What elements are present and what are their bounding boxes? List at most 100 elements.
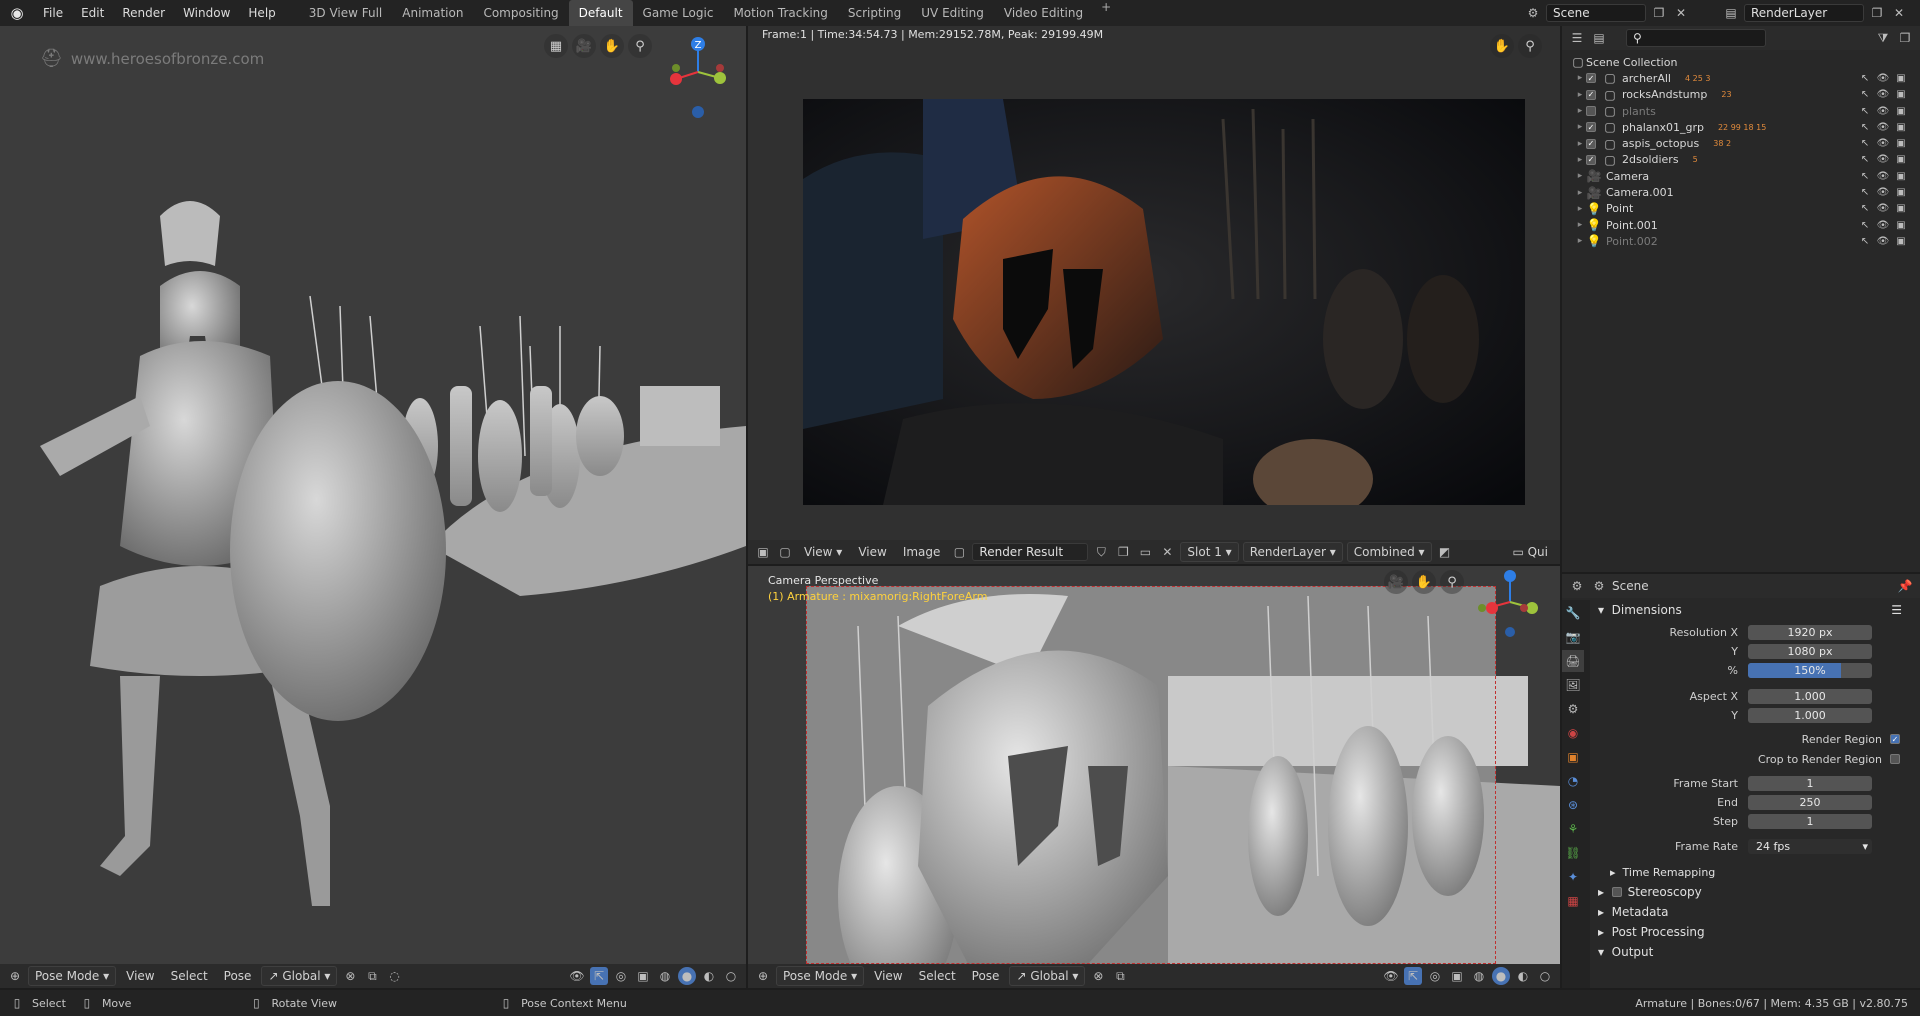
expand-icon[interactable]: ▸ (1574, 155, 1586, 165)
crop-region-checkbox[interactable] (1890, 754, 1900, 764)
select-toggle-icon[interactable]: ↖ (1858, 184, 1872, 202)
navigation-gizmo[interactable] (1474, 566, 1544, 646)
blender-logo-icon[interactable]: ◉ (0, 4, 34, 22)
editor-type-icon[interactable]: ⊕ (754, 967, 772, 985)
outliner-row[interactable]: ▸ 💡 Point ↖ 👁 ▣ (1570, 201, 1920, 217)
material-shading-icon[interactable]: ◐ (1514, 967, 1532, 985)
resolution-y-field[interactable]: 1080 px (1748, 643, 1872, 659)
tab-animation[interactable]: Animation (392, 0, 473, 26)
solid-shading-icon[interactable]: ● (678, 967, 696, 985)
image-browse-icon[interactable]: ▢ (950, 543, 968, 561)
tab-scripting[interactable]: Scripting (838, 0, 911, 26)
frame-start-field[interactable]: 1 (1748, 775, 1872, 791)
camera-render-icon[interactable]: ▣ (1894, 69, 1908, 87)
pivot-icon[interactable]: ⊗ (341, 967, 359, 985)
resolution-x-field[interactable]: 1920 px (1748, 624, 1872, 640)
gizmo-toggle-icon[interactable]: ⇱ (590, 967, 608, 985)
shield-icon[interactable]: ⛉ (1092, 543, 1110, 561)
eye-icon[interactable]: 👁 (1876, 135, 1890, 153)
eye-icon[interactable]: 👁 (1876, 200, 1890, 218)
filter-icon[interactable]: ⧩ (1874, 29, 1892, 47)
aspect-x-field[interactable]: 1.000 (1748, 688, 1872, 704)
outliner-row[interactable]: ▸ ✓ ▢ 2dsoldiers 5 ↖ 👁 ▣ (1570, 152, 1920, 168)
visibility-icon[interactable]: 👁 (1382, 967, 1400, 985)
camera-render-icon[interactable]: ▣ (1894, 232, 1908, 250)
expand-icon[interactable]: ▸ (1574, 90, 1586, 100)
tab-game-logic[interactable]: Game Logic (633, 0, 724, 26)
menu-file[interactable]: File (34, 0, 72, 26)
pan-hand-icon[interactable]: ✋ (1412, 570, 1436, 594)
render-region-checkbox[interactable]: ✓ (1890, 734, 1900, 744)
duplicate-icon[interactable]: ❐ (1114, 543, 1132, 561)
expand-icon[interactable]: ▸ (1574, 106, 1586, 116)
output-panel[interactable]: ▾ Output (1592, 942, 1920, 962)
include-checkbox[interactable]: ✓ (1586, 73, 1596, 84)
orientation-dropdown[interactable]: ↗ Global ▾ (261, 966, 338, 986)
aspect-y-field[interactable]: 1.000 (1748, 707, 1872, 723)
view-layer-tab-icon[interactable]: 🖼 (1562, 674, 1584, 696)
select-toggle-icon[interactable]: ↖ (1858, 118, 1872, 136)
world-tab-icon[interactable]: ◉ (1562, 722, 1584, 744)
select-toggle-icon[interactable]: ↖ (1858, 135, 1872, 153)
xray-icon[interactable]: ▣ (634, 967, 652, 985)
eye-icon[interactable]: 👁 (1876, 167, 1890, 185)
include-checkbox[interactable]: ✓ (1586, 154, 1596, 165)
display-mode-icon[interactable]: ▤ (1590, 29, 1608, 47)
output-tab-icon[interactable]: 🖨 (1562, 650, 1584, 672)
texture-tab-icon[interactable]: ▦ (1562, 890, 1584, 912)
expand-icon[interactable]: ▸ (1574, 122, 1586, 132)
slot-dropdown[interactable]: Slot 1 ▾ (1180, 542, 1239, 562)
image-name-field[interactable]: Render Result (972, 543, 1089, 561)
camera-render-icon[interactable]: ▣ (1894, 167, 1908, 185)
wireframe-shading-icon[interactable]: ◍ (656, 967, 674, 985)
tab-video-editing[interactable]: Video Editing (994, 0, 1093, 26)
select-toggle-icon[interactable]: ↖ (1858, 216, 1872, 234)
remove-layer-icon[interactable]: ✕ (1890, 4, 1908, 22)
tab-3d-view-full[interactable]: 3D View Full (299, 0, 393, 26)
expand-icon[interactable]: ▸ (1574, 204, 1586, 214)
frame-end-field[interactable]: 250 (1748, 794, 1872, 810)
outliner-row[interactable]: ▸ 💡 Point.002 ↖ 👁 ▣ (1570, 233, 1920, 249)
select-toggle-icon[interactable]: ↖ (1858, 69, 1872, 87)
zoom-icon[interactable]: ⚲ (1518, 34, 1542, 58)
camera-render-icon[interactable]: ▣ (1894, 118, 1908, 136)
camera-render-icon[interactable]: ▣ (1894, 184, 1908, 202)
metadata-panel[interactable]: ▸ Metadata (1592, 902, 1920, 922)
image-menu[interactable]: Image (897, 542, 947, 562)
stereoscopy-checkbox[interactable] (1611, 887, 1622, 897)
remove-scene-icon[interactable]: ✕ (1672, 4, 1690, 22)
presets-icon[interactable]: ☰ (1891, 603, 1902, 617)
physics-tab-icon[interactable]: ⚘ (1562, 818, 1584, 840)
menu-render[interactable]: Render (113, 0, 174, 26)
pass-dropdown[interactable]: Combined ▾ (1346, 542, 1432, 562)
expand-icon[interactable]: ▸ (1574, 139, 1586, 149)
view-dropdown[interactable]: View ▾ (798, 542, 848, 562)
eye-icon[interactable]: 👁 (1876, 216, 1890, 234)
camera-render-icon[interactable]: ▣ (1894, 200, 1908, 218)
menu-help[interactable]: Help (239, 0, 284, 26)
camera-view-icon[interactable]: 🎥 (1384, 570, 1408, 594)
select-menu[interactable]: Select (165, 966, 214, 986)
expand-icon[interactable]: ▸ (1574, 73, 1586, 83)
snap-icon[interactable]: ⧉ (1111, 967, 1129, 985)
tab-motion-tracking[interactable]: Motion Tracking (723, 0, 837, 26)
zoom-icon[interactable]: ⚲ (1440, 570, 1464, 594)
scene-icon[interactable]: ⚙ (1524, 4, 1542, 22)
view-menu[interactable]: View (120, 966, 160, 986)
display-channels-icon[interactable]: ◩ (1436, 543, 1454, 561)
quick-edit-button[interactable]: ▭ Qui (1506, 542, 1554, 562)
new-collection-icon[interactable]: ❐ (1896, 29, 1914, 47)
gizmo-toggle-icon[interactable]: ⇱ (1404, 967, 1422, 985)
visibility-icon[interactable]: 👁 (568, 967, 586, 985)
post-processing-panel[interactable]: ▸ Post Processing (1592, 922, 1920, 942)
tab-compositing[interactable]: Compositing (473, 0, 568, 26)
select-toggle-icon[interactable]: ↖ (1858, 86, 1872, 104)
pose-menu[interactable]: Pose (218, 966, 258, 986)
modifier-tab-icon[interactable]: ◔ (1562, 770, 1584, 792)
particles-tab-icon[interactable]: ⊛ (1562, 794, 1584, 816)
menu-window[interactable]: Window (174, 0, 239, 26)
image-editor[interactable]: Frame:1 | Time:34:54.73 | Mem:29152.78M,… (748, 26, 1560, 564)
include-checkbox[interactable]: ✓ (1586, 122, 1596, 133)
object-tab-icon[interactable]: ▣ (1562, 746, 1584, 768)
eye-icon[interactable]: 👁 (1876, 86, 1890, 104)
